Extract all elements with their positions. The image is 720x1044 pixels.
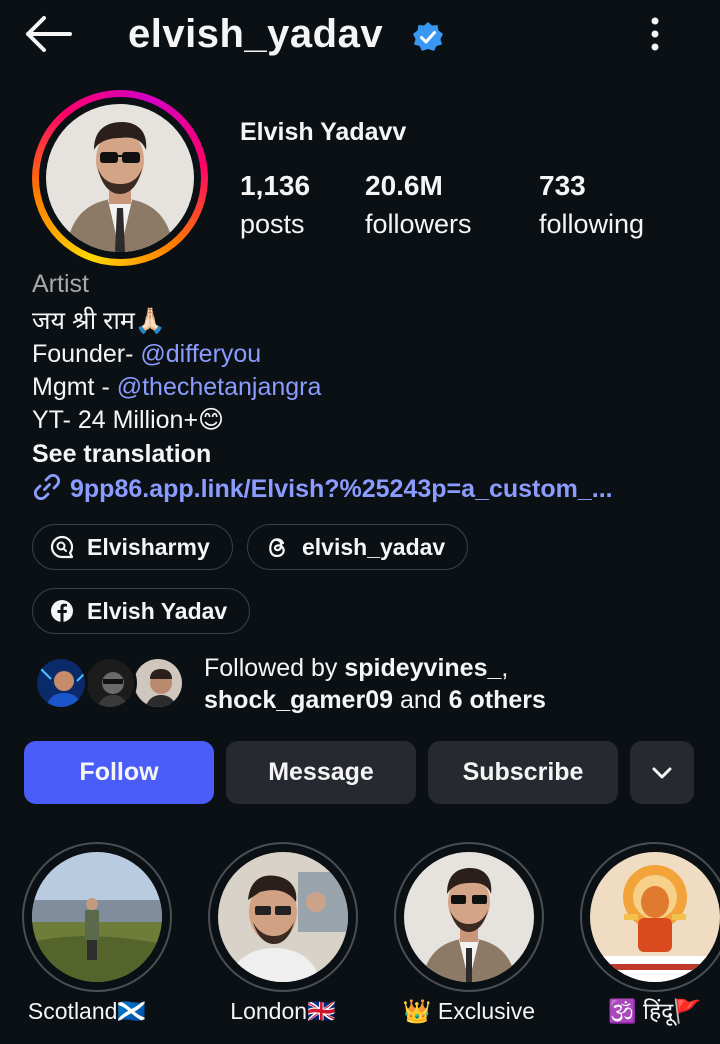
- bio-founder-line: Founder- @differyou: [32, 338, 261, 371]
- posts-count: 1,136: [240, 170, 311, 201]
- chip-label: Elvisharmy: [87, 533, 210, 560]
- highlight-label-scotland: Scotland🏴󠁧󠁢󠁳󠁣󠁴󠁿: [27, 998, 147, 1024]
- highlight-cover: [218, 852, 348, 982]
- following-label: following: [539, 209, 645, 239]
- posts-stat[interactable]: 1,136 posts: [240, 168, 310, 244]
- follow-button[interactable]: Follow: [24, 741, 214, 804]
- followed-by-sep: ,: [501, 654, 509, 682]
- profile-full-name: Elvish Yadavv: [240, 118, 407, 146]
- chip-label: elvish_yadav: [302, 533, 446, 560]
- follower-avatar-1: [34, 656, 88, 710]
- bio-link-text: 9pp86.app.link/Elvish?%25243p=a_custom_.…: [70, 475, 613, 503]
- chip-label: Elvish Yadav: [87, 597, 228, 624]
- mgmt-prefix: Mgmt -: [32, 373, 117, 401]
- suggested-users-button[interactable]: [630, 741, 694, 804]
- follower-avatar-3: [131, 656, 185, 710]
- bio-line-1: जय श्री राम🙏🏻: [32, 307, 166, 335]
- highlight-cover: [32, 852, 162, 982]
- followed-by-and: and: [393, 686, 449, 714]
- back-arrow-icon[interactable]: [22, 14, 74, 54]
- facebook-icon: [51, 600, 73, 622]
- followed-by-others: 6 others: [448, 686, 546, 714]
- posts-label: posts: [240, 209, 305, 239]
- profile-username: elvish_yadav: [128, 12, 384, 56]
- verified-badge-icon: [413, 22, 443, 51]
- avatar-photo: [46, 104, 194, 252]
- profile-avatar[interactable]: [32, 90, 208, 266]
- following-count: 733: [539, 170, 586, 201]
- mgmt-handle-link[interactable]: @thechetanjangra: [117, 373, 322, 401]
- more-options-icon[interactable]: [640, 14, 670, 54]
- chevron-down-icon: [652, 767, 672, 778]
- highlight-label-hindu: 🕉️ हिंदू🚩: [607, 998, 703, 1024]
- link-icon: [33, 473, 61, 501]
- follower-avatar-2: [83, 656, 137, 710]
- followers-stat[interactable]: 20.6M followers: [365, 168, 472, 244]
- highlight-scotland[interactable]: [22, 842, 172, 992]
- founder-handle-link[interactable]: @differyou: [140, 340, 261, 368]
- highlight-label-london: London🇬🇧: [230, 998, 336, 1024]
- bio-mgmt-line: Mgmt - @thechetanjangra: [32, 371, 321, 404]
- followers-label: followers: [365, 209, 472, 239]
- following-stat[interactable]: 733 following: [539, 168, 644, 244]
- highlight-hindu[interactable]: [580, 842, 720, 992]
- highlight-cover: [590, 852, 720, 982]
- chip-elvisharmy[interactable]: Elvisharmy: [32, 524, 233, 570]
- threads-icon: [269, 538, 285, 558]
- followers-count: 20.6M: [365, 170, 443, 201]
- followed-by-user-2: shock_gamer09: [204, 686, 394, 714]
- bio-link[interactable]: 9pp86.app.link/Elvish?%25243p=a_custom_.…: [32, 472, 613, 504]
- subscribe-button[interactable]: Subscribe: [428, 741, 618, 804]
- followed-by-text[interactable]: Followed by spideyvines_, shock_gamer09 …: [204, 652, 546, 716]
- profile-category: Artist: [32, 270, 89, 298]
- followed-by-user-1: spideyvines_: [344, 654, 502, 682]
- followed-by-prefix: Followed by: [204, 654, 345, 682]
- chip-facebook[interactable]: Elvish Yadav: [32, 588, 251, 634]
- see-translation-link[interactable]: See translation: [32, 438, 211, 471]
- bio-yt-line: YT- 24 Million+😊: [32, 406, 225, 434]
- message-button[interactable]: Message: [226, 741, 416, 804]
- highlight-label-exclusive: 👑 Exclusive: [402, 998, 536, 1024]
- founder-prefix: Founder-: [32, 340, 141, 368]
- highlight-london[interactable]: [208, 842, 358, 992]
- chat-search-icon: [50, 535, 74, 559]
- highlight-cover: [404, 852, 534, 982]
- highlight-exclusive[interactable]: [394, 842, 544, 992]
- chip-threads[interactable]: elvish_yadav: [247, 524, 469, 570]
